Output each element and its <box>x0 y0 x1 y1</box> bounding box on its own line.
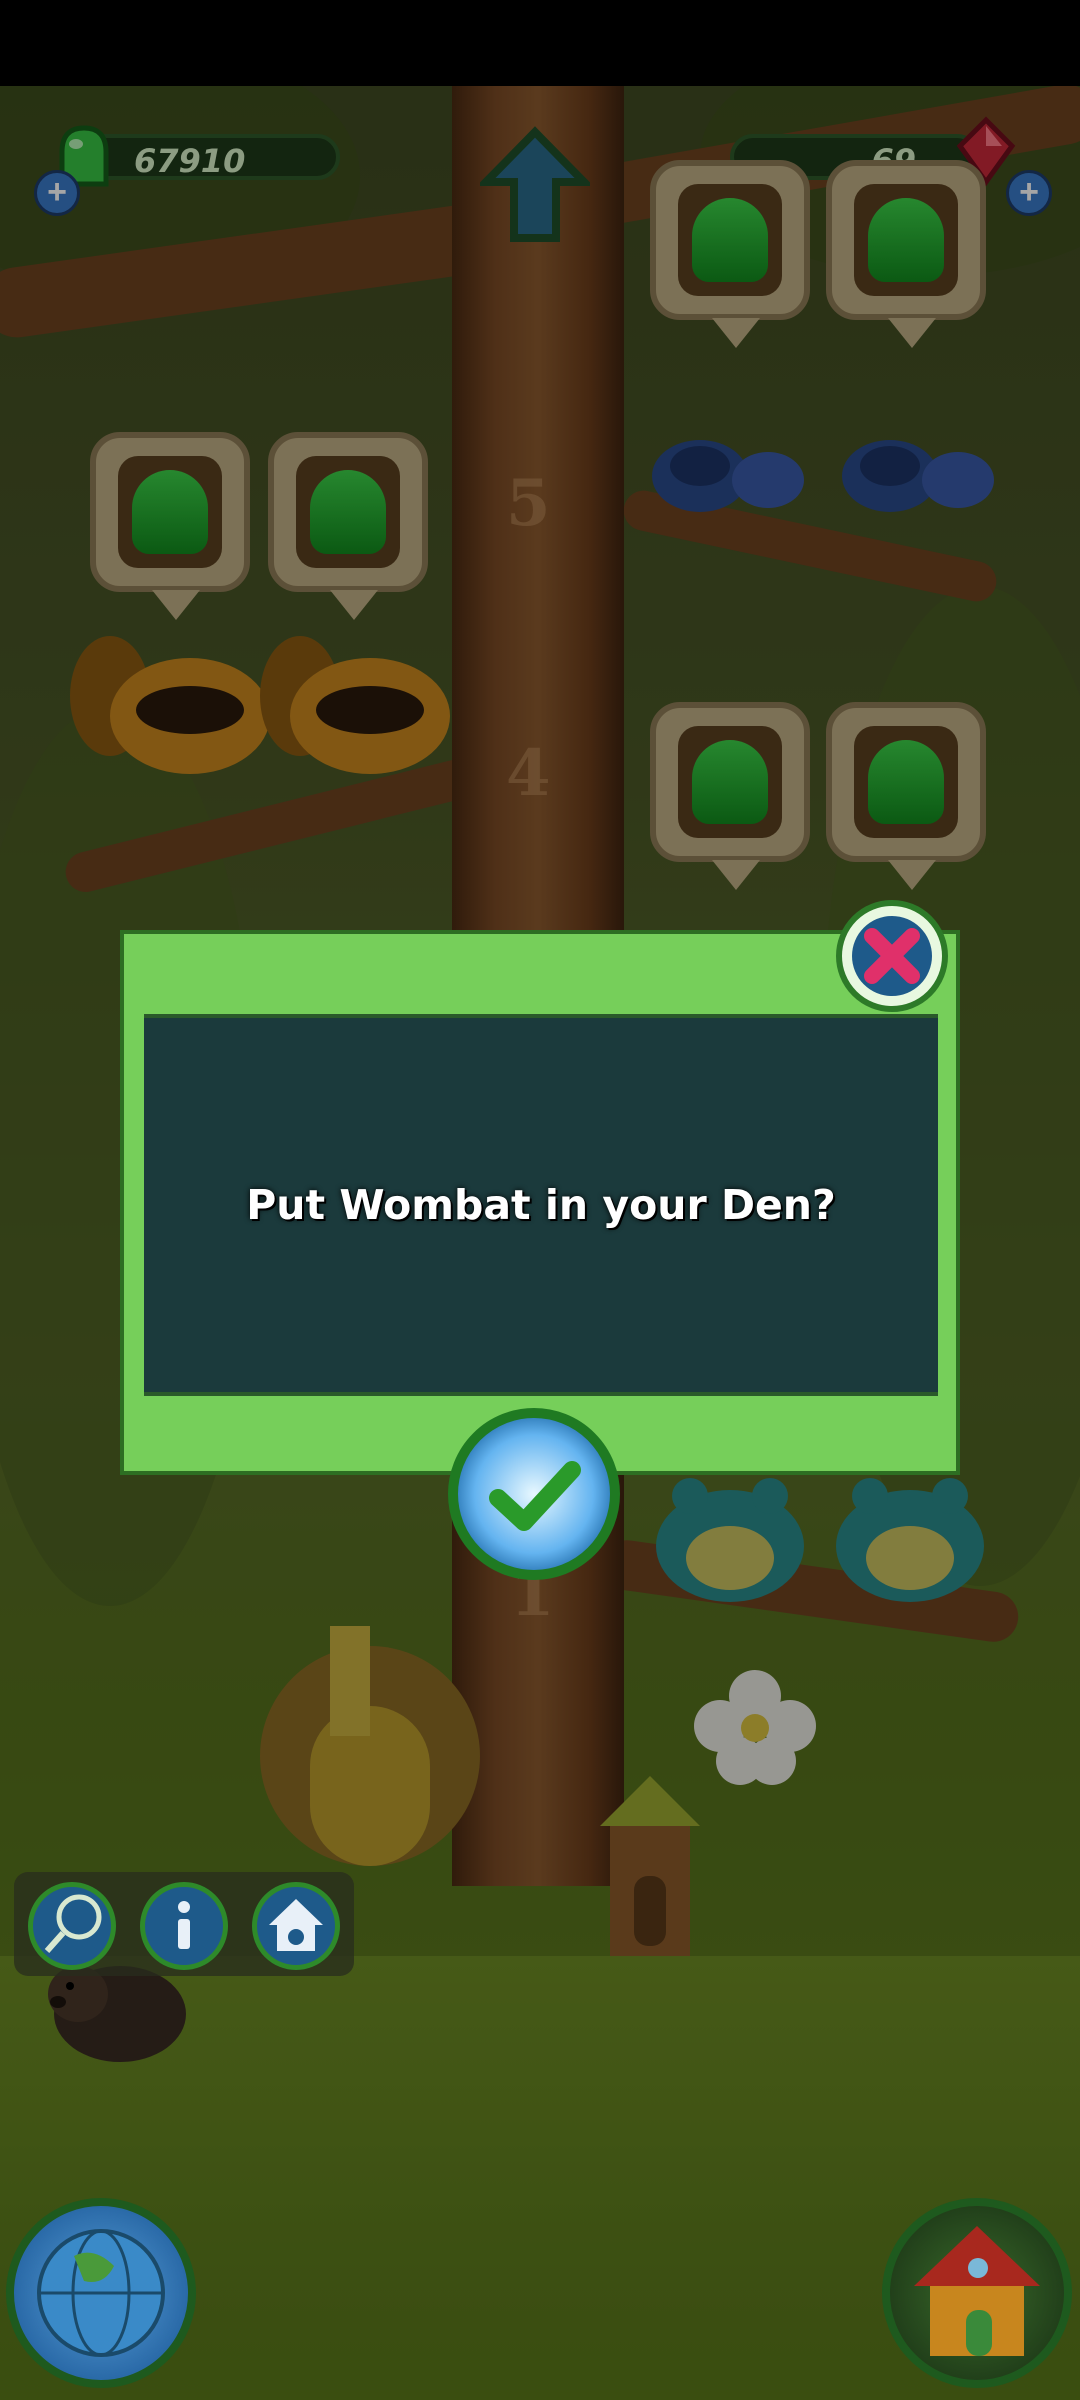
floor-number-4: 4 <box>506 736 551 811</box>
status-bar <box>0 0 1080 86</box>
habitat-slot[interactable] <box>650 160 810 348</box>
tree-house[interactable] <box>250 1586 490 1876</box>
jelly-icon <box>868 198 944 282</box>
coin-count: 67910 <box>134 142 246 180</box>
net-button[interactable] <box>28 1882 116 1970</box>
globe-icon <box>37 2229 165 2357</box>
den-icon <box>269 1899 323 1951</box>
confirm-dialog: Put Wombat in your Den? <box>120 930 960 1475</box>
den-button[interactable] <box>252 1882 340 1970</box>
confirm-button[interactable] <box>448 1408 620 1580</box>
house-icon <box>914 2226 1040 2356</box>
action-toolbar <box>14 1872 354 1976</box>
add-gems-button[interactable]: + <box>1006 170 1052 216</box>
floor-number-5: 5 <box>506 466 551 541</box>
close-button[interactable] <box>836 900 948 1012</box>
sleeping-beetle[interactable] <box>640 416 820 526</box>
net-icon <box>44 1894 102 1953</box>
info-icon <box>178 1901 190 1949</box>
up-arrow-icon[interactable] <box>480 126 590 246</box>
habitat-slot[interactable] <box>90 432 250 620</box>
dialog-body: Put Wombat in your Den? <box>144 1014 938 1396</box>
dialog-message: Put Wombat in your Den? <box>246 1181 836 1229</box>
jelly-icon <box>692 198 768 282</box>
sleeping-beetle[interactable] <box>830 416 1010 526</box>
info-button[interactable] <box>140 1882 228 1970</box>
habitat-slot[interactable] <box>268 432 428 620</box>
habitat-slot[interactable] <box>650 702 810 890</box>
jelly-icon <box>692 740 768 824</box>
habitat-slot[interactable] <box>826 702 986 890</box>
frog-creature[interactable] <box>820 1466 1000 1606</box>
checkmark-icon <box>489 1461 581 1531</box>
jelly-icon <box>132 470 208 554</box>
add-coins-button[interactable]: + <box>34 170 80 216</box>
close-x-icon <box>852 916 932 996</box>
birdhouse[interactable] <box>590 1766 710 1966</box>
habitat-slot[interactable] <box>826 160 986 348</box>
home-den-button[interactable] <box>882 2198 1072 2388</box>
jelly-icon <box>868 740 944 824</box>
sleeping-raccoons[interactable] <box>50 626 470 786</box>
jelly-icon <box>310 470 386 554</box>
world-map-button[interactable] <box>6 2198 196 2388</box>
frog-creature[interactable] <box>640 1466 820 1606</box>
